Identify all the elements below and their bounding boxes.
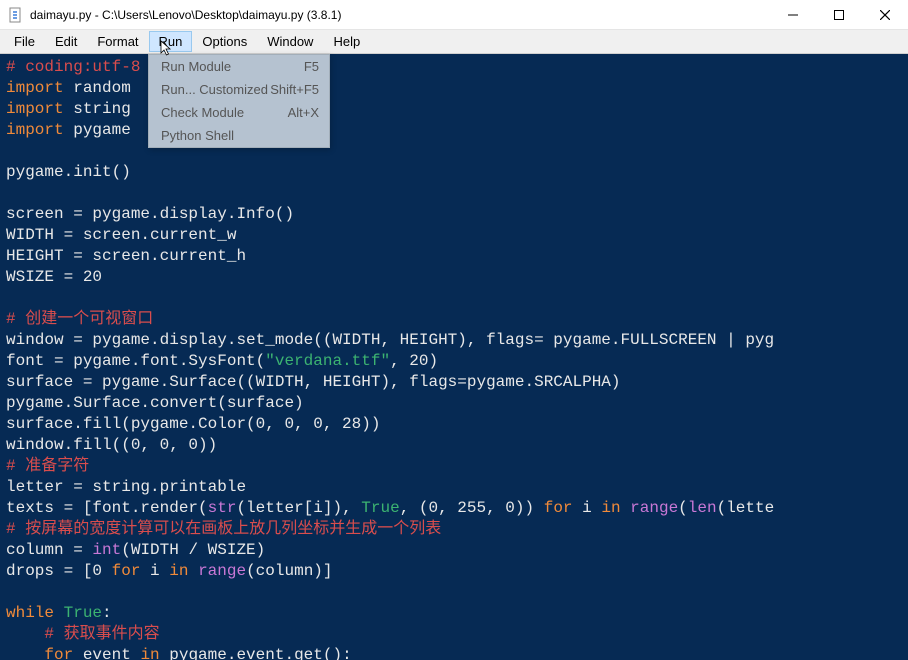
code-text: (column)] (246, 562, 332, 580)
code-line: # coding:utf-8 (6, 58, 140, 76)
title-bar: daimayu.py - C:\Users\Lenovo\Desktop\dai… (0, 0, 908, 30)
window-controls (770, 0, 908, 30)
code-text: i (140, 562, 169, 580)
code-text: random (64, 79, 131, 97)
menu-item-shortcut: Shift+F5 (270, 82, 319, 97)
code-line: window.fill((0, 0, 0)) (6, 436, 217, 454)
code-text: (letter[i]), (236, 499, 361, 517)
menu-item-label: Run Module (161, 59, 304, 74)
code-line: surface.fill(pygame.Color(0, 0, 0, 28)) (6, 415, 380, 433)
code-line: WIDTH = screen.current_w (6, 226, 236, 244)
code-keyword: in (169, 562, 188, 580)
menu-options[interactable]: Options (192, 31, 257, 52)
code-builtin: range (630, 499, 678, 517)
menu-bar: File Edit Format Run Options Window Help (0, 30, 908, 54)
code-keyword: import (6, 100, 64, 118)
menu-item-label: Run... Customized (161, 82, 270, 97)
code-text (54, 604, 64, 622)
code-keyword: for (112, 562, 141, 580)
code-text: drops = [0 (6, 562, 112, 580)
code-builtin: len (688, 499, 717, 517)
code-builtin: range (198, 562, 246, 580)
code-editor[interactable]: # coding:utf-8 import random import stri… (0, 54, 908, 660)
code-comment: # 按屏幕的宽度计算可以在画板上放几列坐标并生成一个列表 (6, 520, 441, 538)
code-keyword: for (544, 499, 573, 517)
menu-python-shell[interactable]: Python Shell (149, 124, 329, 147)
code-comment: # 获取事件内容 (6, 625, 160, 643)
code-line: surface = pygame.Surface((WIDTH, HEIGHT)… (6, 373, 621, 391)
code-text: ( (678, 499, 688, 517)
menu-edit[interactable]: Edit (45, 31, 87, 52)
code-builtin: str (208, 499, 237, 517)
menu-run-customized[interactable]: Run... Customized Shift+F5 (149, 78, 329, 101)
menu-run-module[interactable]: Run Module F5 (149, 55, 329, 78)
menu-item-label: Python Shell (161, 128, 319, 143)
code-line: screen = pygame.display.Info() (6, 205, 294, 223)
code-keyword: while (6, 604, 54, 622)
code-text: column = (6, 541, 92, 559)
code-builtin: int (92, 541, 121, 559)
menu-run-label: Run (159, 34, 183, 49)
code-line: letter = string.printable (6, 478, 246, 496)
code-text: font = pygame.font.SysFont( (6, 352, 265, 370)
menu-item-shortcut: Alt+X (288, 105, 319, 120)
code-bool: True (361, 499, 399, 517)
maximize-button[interactable] (816, 0, 862, 30)
code-comment: # 创建一个可视窗口 (6, 310, 153, 328)
menu-check-module[interactable]: Check Module Alt+X (149, 101, 329, 124)
code-comment: # 准备字符 (6, 457, 89, 475)
menu-item-shortcut: F5 (304, 59, 319, 74)
code-text: texts = [font.render( (6, 499, 208, 517)
code-keyword: import (6, 121, 64, 139)
code-text (621, 499, 631, 517)
minimize-button[interactable] (770, 0, 816, 30)
menu-run[interactable]: Run (149, 31, 193, 52)
run-menu-dropdown: Run Module F5 Run... Customized Shift+F5… (148, 54, 330, 148)
code-keyword: for (44, 646, 73, 660)
code-keyword: in (140, 646, 159, 660)
menu-window[interactable]: Window (257, 31, 323, 52)
window-title: daimayu.py - C:\Users\Lenovo\Desktop\dai… (30, 8, 770, 22)
code-line: WSIZE = 20 (6, 268, 102, 286)
code-keyword: import (6, 79, 64, 97)
code-text: , 20) (390, 352, 438, 370)
code-text: pygame (64, 121, 131, 139)
python-file-icon (8, 7, 24, 23)
code-text: (WIDTH / WSIZE) (121, 541, 265, 559)
code-text: : (102, 604, 112, 622)
code-line: pygame.Surface.convert(surface) (6, 394, 304, 412)
code-text: pygame.event.get(): (160, 646, 352, 660)
code-keyword: in (601, 499, 620, 517)
code-text: , (0, 255, 0)) (400, 499, 544, 517)
code-text (6, 646, 44, 660)
menu-format[interactable]: Format (87, 31, 148, 52)
code-text (188, 562, 198, 580)
menu-item-label: Check Module (161, 105, 288, 120)
code-text: (lette (717, 499, 775, 517)
close-button[interactable] (862, 0, 908, 30)
code-line: window = pygame.display.set_mode((WIDTH,… (6, 331, 774, 349)
code-line: pygame.init() (6, 163, 131, 181)
code-text: string (64, 100, 131, 118)
code-bool: True (64, 604, 102, 622)
code-line: HEIGHT = screen.current_h (6, 247, 246, 265)
code-text: i (573, 499, 602, 517)
menu-help[interactable]: Help (323, 31, 370, 52)
menu-file[interactable]: File (4, 31, 45, 52)
code-string: "verdana.ttf" (265, 352, 390, 370)
code-text: event (73, 646, 140, 660)
